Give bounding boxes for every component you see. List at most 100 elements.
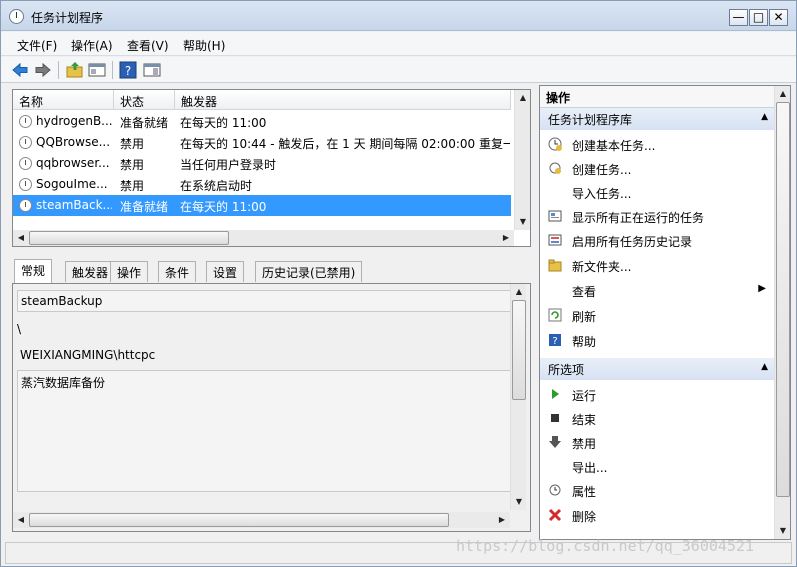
delete-icon bbox=[548, 508, 562, 522]
folder-up-icon[interactable] bbox=[66, 61, 84, 79]
action-create-basic-task[interactable]: 创建基本任务... bbox=[540, 132, 774, 156]
scroll-thumb[interactable] bbox=[512, 300, 526, 400]
action-run[interactable]: 运行 bbox=[540, 382, 774, 406]
scroll-thumb[interactable] bbox=[776, 102, 790, 497]
close-button[interactable]: ✕ bbox=[769, 9, 788, 26]
detail-hscroll[interactable]: ◀ ▶ bbox=[13, 512, 510, 528]
scroll-thumb[interactable] bbox=[29, 513, 449, 527]
table-row-selected[interactable]: steamBack... 准备就绪 在每天的 11:00 bbox=[13, 195, 511, 216]
action-properties[interactable]: 属性 bbox=[540, 478, 774, 502]
task-author: WEIXIANGMING\httcpc bbox=[20, 348, 156, 362]
table-row[interactable]: QQBrowse... 禁用 在每天的 10:44 - 触发后，在 1 天 期间… bbox=[13, 132, 511, 153]
title-bar[interactable]: 任务计划程序 — □ ✕ bbox=[1, 1, 796, 31]
action-disable[interactable]: 禁用 bbox=[540, 430, 774, 454]
window-title: 任务计划程序 bbox=[31, 11, 104, 25]
task-clock-icon bbox=[19, 199, 32, 212]
scroll-right-icon[interactable]: ▶ bbox=[498, 230, 514, 246]
scroll-left-icon[interactable]: ◀ bbox=[13, 512, 29, 528]
menu-view[interactable]: 查看(V) bbox=[127, 37, 169, 54]
menu-bar: 文件(F) 操作(A) 查看(V) 帮助(H) bbox=[1, 32, 796, 56]
actions-vscroll[interactable]: ▲ ▼ bbox=[774, 86, 790, 539]
scroll-down-icon[interactable]: ▼ bbox=[515, 214, 531, 230]
detail-vscroll[interactable]: ▲ ▼ bbox=[510, 284, 526, 510]
scroll-up-icon[interactable]: ▲ bbox=[511, 284, 527, 300]
tab-triggers[interactable]: 触发器 bbox=[65, 261, 116, 282]
table-row[interactable]: SogouIme... 禁用 在系统启动时 bbox=[13, 174, 511, 195]
task-list-hscroll[interactable]: ◀ ▶ bbox=[13, 230, 514, 246]
menu-file[interactable]: 文件(F) bbox=[17, 37, 57, 54]
task-list-vscroll[interactable]: ▲ ▼ bbox=[514, 90, 530, 230]
detail-tabs: 常规 触发器 操作 条件 设置 历史记录(已禁用) bbox=[12, 259, 532, 284]
svg-text:?: ? bbox=[125, 64, 131, 78]
section-library-header[interactable]: 任务计划程序库 ▲ bbox=[540, 108, 774, 130]
clock-icon bbox=[9, 9, 24, 24]
task-scheduler-window: 任务计划程序 — □ ✕ 文件(F) 操作(A) 查看(V) 帮助(H) ? 名… bbox=[0, 0, 797, 567]
scroll-right-icon[interactable]: ▶ bbox=[494, 512, 510, 528]
create-basic-task-icon bbox=[548, 137, 562, 151]
running-tasks-icon bbox=[548, 210, 562, 222]
task-name-field[interactable]: steamBackup bbox=[17, 290, 511, 312]
scroll-down-icon[interactable]: ▼ bbox=[511, 494, 527, 510]
tab-general[interactable]: 常规 bbox=[14, 259, 53, 284]
scroll-up-icon[interactable]: ▲ bbox=[775, 86, 791, 102]
maximize-button[interactable]: □ bbox=[749, 9, 768, 26]
menu-action[interactable]: 操作(A) bbox=[71, 37, 113, 54]
action-end[interactable]: 结束 bbox=[540, 406, 774, 430]
back-arrow-icon[interactable] bbox=[11, 61, 29, 79]
column-header-status[interactable]: 状态 bbox=[114, 90, 175, 110]
tab-history[interactable]: 历史记录(已禁用) bbox=[255, 261, 363, 282]
task-list: 名称 状态 触发器 hydrogenB... 准备就绪 在每天的 11:00 Q… bbox=[12, 89, 531, 247]
panel-icon[interactable] bbox=[143, 61, 161, 79]
task-location: \ bbox=[17, 322, 22, 336]
toolbar: ? bbox=[1, 57, 796, 83]
collapse-icon[interactable]: ▲ bbox=[761, 112, 768, 122]
watermark: https://blog.csdn.net/qq_36004521 bbox=[456, 537, 755, 555]
scroll-up-icon[interactable]: ▲ bbox=[515, 90, 531, 106]
task-clock-icon bbox=[19, 178, 32, 191]
create-task-icon bbox=[549, 162, 561, 174]
scroll-left-icon[interactable]: ◀ bbox=[13, 230, 29, 246]
stop-icon bbox=[551, 414, 559, 422]
column-header-name[interactable]: 名称 bbox=[13, 90, 114, 110]
action-import-task[interactable]: 导入任务... bbox=[540, 180, 774, 204]
task-clock-icon bbox=[19, 115, 32, 128]
action-show-running[interactable]: 显示所有正在运行的任务 bbox=[540, 204, 774, 228]
task-clock-icon bbox=[19, 136, 32, 149]
task-description-field[interactable]: 蒸汽数据库备份 bbox=[17, 370, 511, 492]
action-export[interactable]: 导出... bbox=[540, 454, 774, 478]
scroll-down-icon[interactable]: ▼ bbox=[775, 523, 791, 539]
actions-header: 操作 bbox=[540, 86, 774, 108]
column-header-trigger[interactable]: 触发器 bbox=[175, 90, 511, 110]
menu-help[interactable]: 帮助(H) bbox=[183, 37, 225, 54]
action-view[interactable]: 查看 ▶ bbox=[540, 278, 774, 302]
forward-arrow-icon[interactable] bbox=[34, 61, 52, 79]
scroll-thumb[interactable] bbox=[29, 231, 229, 245]
run-icon bbox=[552, 389, 559, 399]
action-enable-history[interactable]: 启用所有任务历史记录 bbox=[540, 228, 774, 252]
section-selected-header[interactable]: 所选项 ▲ bbox=[540, 358, 774, 380]
collapse-icon[interactable]: ▲ bbox=[761, 362, 768, 372]
table-row[interactable]: hydrogenB... 准备就绪 在每天的 11:00 bbox=[13, 111, 511, 132]
new-folder-icon bbox=[548, 259, 562, 272]
tab-settings[interactable]: 设置 bbox=[206, 261, 245, 282]
svg-text:?: ? bbox=[552, 336, 557, 347]
help-icon[interactable]: ? bbox=[119, 61, 137, 79]
actions-pane: 操作 任务计划程序库 ▲ 创建基本任务... 创建任务... 导入任务... 显示… bbox=[539, 85, 791, 540]
table-row[interactable]: qqbrowser... 禁用 当任何用户登录时 bbox=[13, 153, 511, 174]
console-icon[interactable] bbox=[88, 61, 106, 79]
action-new-folder[interactable]: 新文件夹... bbox=[540, 253, 774, 277]
minimize-button[interactable]: — bbox=[729, 9, 748, 26]
tab-conditions[interactable]: 条件 bbox=[158, 261, 197, 282]
help-icon: ? bbox=[549, 334, 561, 347]
disable-icon bbox=[549, 436, 561, 448]
action-help[interactable]: ? 帮助 bbox=[540, 328, 774, 352]
general-tab-panel: steamBackup \ WEIXIANGMING\httcpc 蒸汽数据库备… bbox=[12, 283, 531, 532]
task-clock-icon bbox=[19, 157, 32, 170]
action-create-task[interactable]: 创建任务... bbox=[540, 156, 774, 180]
tab-actions[interactable]: 操作 bbox=[110, 261, 149, 282]
history-icon bbox=[548, 234, 562, 246]
submenu-arrow-icon: ▶ bbox=[758, 283, 766, 294]
action-refresh[interactable]: 刷新 bbox=[540, 303, 774, 327]
properties-icon bbox=[549, 484, 561, 496]
action-delete[interactable]: 删除 bbox=[540, 503, 774, 527]
